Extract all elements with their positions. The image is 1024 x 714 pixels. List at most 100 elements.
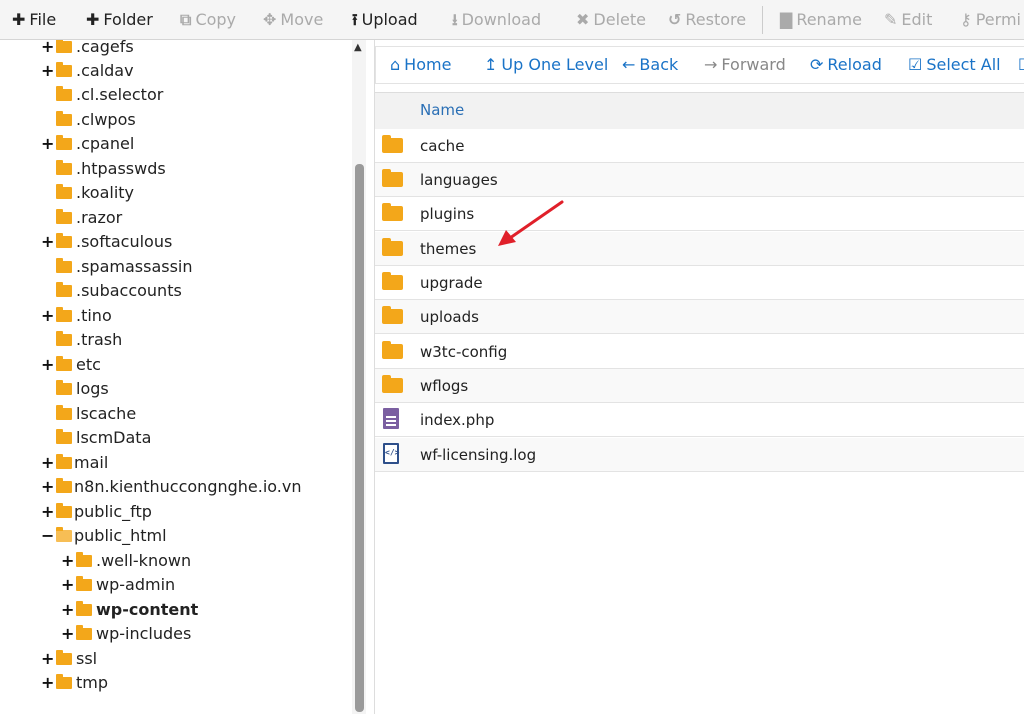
file-name: wflogs [420,377,469,395]
new-folder-button[interactable]: ✚ Folder [86,0,153,39]
back-button[interactable]: ← Back [622,47,678,83]
folder-icon [56,650,72,665]
file-name: wf-licensing.log [420,446,537,464]
table-header: Name [375,92,1024,130]
file-name: upgrade [420,274,483,292]
folder-icon [382,272,403,290]
folder-icon [382,135,403,153]
table-row[interactable]: w3tc-config [375,335,1024,369]
expand-toggle[interactable]: + [61,599,74,621]
table-row[interactable]: wflogs [375,369,1024,403]
folder-icon [56,331,72,346]
table-row[interactable]: plugins [375,197,1024,231]
forward-button[interactable]: → Forward [704,47,786,83]
expand-toggle[interactable]: + [41,231,54,253]
expand-toggle[interactable]: + [61,574,74,596]
copy-icon: ⧉ [180,10,192,29]
collapse-toggle[interactable]: − [41,525,54,547]
table-row[interactable]: </> wf-licensing.log [375,438,1024,472]
folder-icon [76,552,92,567]
edit-button[interactable]: ✎ Edit [884,0,932,39]
expand-toggle[interactable]: + [41,476,54,498]
restore-button[interactable]: ↺ Restore [668,0,746,39]
download-button[interactable]: ⭳ Download [452,0,541,39]
checkbox-icon: ☑ [908,55,923,74]
folder-open-icon [56,527,72,542]
file-name: plugins [420,205,475,223]
folder-icon [56,258,72,273]
folder-icon [56,184,72,199]
scrollbar-thumb[interactable] [355,164,364,712]
file-icon: ▇ [780,10,793,29]
expand-toggle[interactable]: + [41,40,54,58]
table-row[interactable]: themes [375,232,1024,266]
folder-icon [56,380,72,395]
scroll-up-arrow-icon[interactable]: ▲ [354,42,362,53]
move-button[interactable]: ✥ Move [263,0,323,39]
table-row[interactable]: cache [375,129,1024,163]
table-row[interactable]: upgrade [375,266,1024,300]
expand-toggle[interactable]: + [41,501,54,523]
up-one-level-button[interactable]: ↥ Up One Level [484,47,608,83]
folder-icon [56,429,72,444]
folder-icon [56,40,72,53]
copy-button[interactable]: ⧉ Copy [180,0,236,39]
download-icon: ⭳ [452,10,458,29]
directory-tree: + .cagefs + .caldav .cl.selector .clwpos +… [0,40,352,714]
expand-toggle[interactable]: + [61,623,74,645]
folder-icon [56,233,72,248]
folder-icon [56,160,72,175]
expand-toggle[interactable]: + [41,672,54,694]
folder-icon [76,625,92,640]
folder-icon [382,203,403,221]
folder-icon [382,169,403,187]
folder-icon [56,62,72,77]
navigation-bar: ⌂ Home ↥ Up One Level ← Back → Forward ⟳ Relo… [375,46,1024,84]
plus-icon: ✚ [86,10,100,29]
home-button[interactable]: ⌂ Home [390,47,451,83]
folder-icon [56,209,72,224]
table-row[interactable]: languages [375,163,1024,197]
expand-toggle[interactable]: + [41,133,54,155]
empty-checkbox-icon: ☐ [1018,55,1024,74]
expand-toggle[interactable]: + [41,354,54,376]
folder-icon [56,86,72,101]
upload-icon: ⭱ [352,10,358,29]
upload-button[interactable]: ⭱ Upload [352,0,418,39]
folder-icon [56,356,72,371]
level-up-icon: ↥ [484,55,498,74]
code-file-icon: </> [383,443,399,464]
file-name: uploads [420,308,479,326]
file-name: cache [420,137,465,155]
rename-button[interactable]: ▇ Rename [780,0,862,39]
folder-icon [56,135,72,150]
name-column-header[interactable]: Name [420,101,464,119]
expand-toggle[interactable]: + [41,452,54,474]
file-name: themes [420,240,477,258]
table-row[interactable]: index.php [375,403,1024,437]
permissions-button[interactable]: ⚷ Permi [960,0,1021,39]
reload-icon: ⟳ [810,55,824,74]
toolbar: ✚ File ✚ Folder ⧉ Copy ✥ Move ⭱ Upload ⭳ Downl… [0,0,1024,40]
delete-button[interactable]: ✖ Delete [576,0,646,39]
expand-toggle[interactable]: + [41,648,54,670]
new-file-button[interactable]: ✚ File [12,0,56,39]
folder-icon [56,405,72,420]
folder-icon [56,478,72,493]
expand-toggle[interactable]: + [41,60,54,82]
restore-icon: ↺ [668,10,682,29]
tree-scrollbar[interactable]: ▲ [352,40,366,714]
folder-icon [382,341,403,359]
pencil-icon: ✎ [884,10,898,29]
annotation-arrow [498,200,564,246]
reload-button[interactable]: ⟳ Reload [810,47,882,83]
folder-icon [76,601,92,616]
unselect-all-button[interactable]: ☐ [1018,47,1024,83]
table-row[interactable]: uploads [375,300,1024,334]
expand-toggle[interactable]: + [41,305,54,327]
text-file-icon [383,408,399,429]
folder-icon [56,282,72,297]
expand-toggle[interactable]: + [61,550,74,572]
select-all-button[interactable]: ☑ Select All [908,47,1001,83]
folder-icon [382,375,403,393]
